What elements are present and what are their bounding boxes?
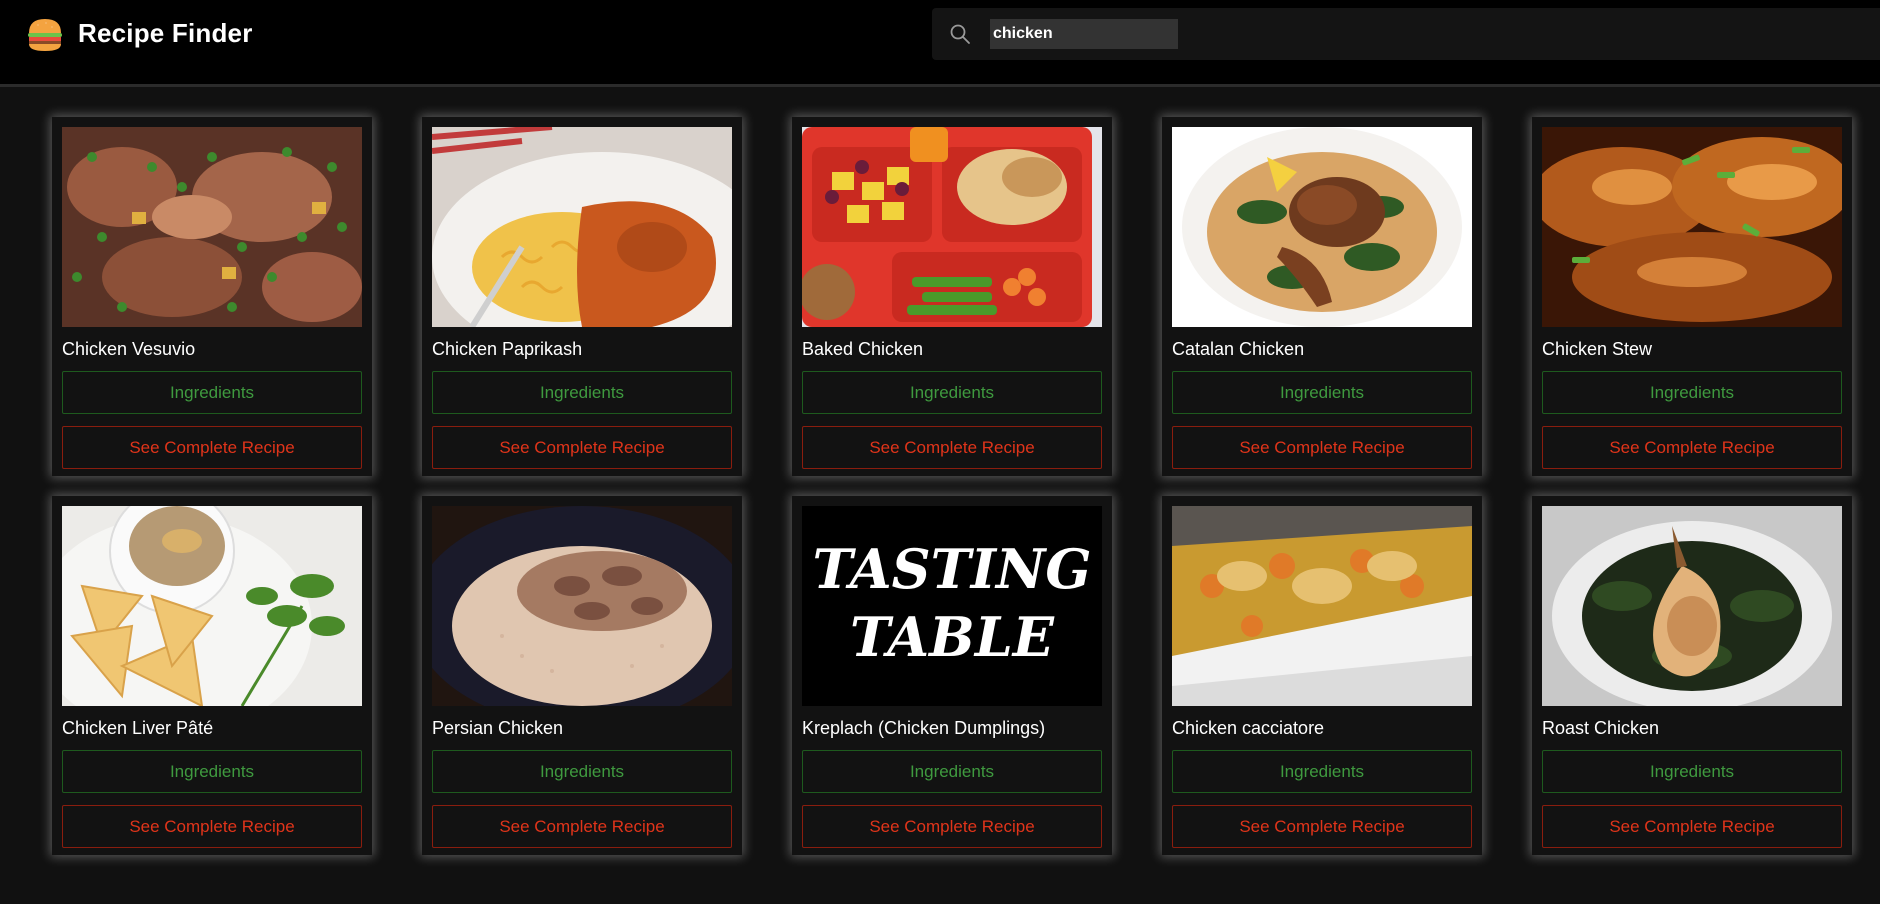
ingredients-button[interactable]: Ingredients: [432, 750, 732, 793]
recipe-image[interactable]: [1542, 127, 1842, 327]
recipe-card: Chicken Paprikash Ingredients See Comple…: [422, 117, 742, 476]
see-complete-recipe-button[interactable]: See Complete Recipe: [432, 805, 732, 848]
recipe-title: Chicken cacciatore: [1172, 718, 1325, 738]
recipe-image[interactable]: [62, 506, 362, 706]
recipe-title: Kreplach (Chicken Dumplings): [802, 718, 1046, 738]
recipe-card: Chicken cacciatore Ingredients See Compl…: [1162, 496, 1482, 855]
app-header: Recipe Finder: [0, 0, 1880, 87]
ingredients-button[interactable]: Ingredients: [1172, 750, 1472, 793]
recipe-card: Catalan Chicken Ingredients See Complete…: [1162, 117, 1482, 476]
ingredients-button[interactable]: Ingredients: [1542, 750, 1842, 793]
recipe-image[interactable]: TASTING TABLE: [802, 506, 1102, 706]
ingredients-button[interactable]: Ingredients: [802, 371, 1102, 414]
search-bar: [932, 8, 1880, 60]
recipe-image[interactable]: [1542, 506, 1842, 706]
recipe-card: Chicken Stew Ingredients See Complete Re…: [1532, 117, 1852, 476]
recipe-title: Chicken Stew: [1542, 339, 1653, 359]
ingredients-button[interactable]: Ingredients: [62, 750, 362, 793]
recipe-title: Baked Chicken: [802, 339, 924, 359]
ingredients-button[interactable]: Ingredients: [1542, 371, 1842, 414]
recipe-card: Chicken Liver Pâté Ingredients See Compl…: [52, 496, 372, 855]
recipe-card: Chicken Vesuvio Ingredients See Complete…: [52, 117, 372, 476]
see-complete-recipe-button[interactable]: See Complete Recipe: [1542, 426, 1842, 469]
recipe-card: Persian Chicken Ingredients See Complete…: [422, 496, 742, 855]
tasting-table-logo-line2: TABLE: [850, 605, 1055, 669]
recipe-image[interactable]: [432, 127, 732, 327]
see-complete-recipe-button[interactable]: See Complete Recipe: [62, 426, 362, 469]
recipe-card: Roast Chicken Ingredients See Complete R…: [1532, 496, 1852, 855]
burger-icon[interactable]: [26, 16, 64, 54]
see-complete-recipe-button[interactable]: See Complete Recipe: [1542, 805, 1842, 848]
recipe-title: Chicken Vesuvio: [62, 339, 196, 359]
recipe-image[interactable]: [432, 506, 732, 706]
ingredients-button[interactable]: Ingredients: [1172, 371, 1472, 414]
see-complete-recipe-button[interactable]: See Complete Recipe: [802, 805, 1102, 848]
ingredients-button[interactable]: Ingredients: [432, 371, 732, 414]
recipe-title: Persian Chicken: [432, 718, 564, 738]
app-title: Recipe Finder: [78, 18, 253, 48]
recipe-title: Catalan Chicken: [1172, 339, 1305, 359]
recipe-image[interactable]: [1172, 127, 1472, 327]
recipe-image[interactable]: [802, 127, 1102, 327]
see-complete-recipe-button[interactable]: See Complete Recipe: [1172, 426, 1472, 469]
ingredients-button[interactable]: Ingredients: [62, 371, 362, 414]
recipe-grid: Chicken Vesuvio Ingredients See Complete…: [52, 117, 1852, 855]
recipe-image[interactable]: [1172, 506, 1472, 706]
recipe-title: Chicken Liver Pâté: [62, 718, 214, 738]
ingredients-button[interactable]: Ingredients: [802, 750, 1102, 793]
recipe-card: Baked Chicken Ingredients See Complete R…: [792, 117, 1112, 476]
see-complete-recipe-button[interactable]: See Complete Recipe: [802, 426, 1102, 469]
see-complete-recipe-button[interactable]: See Complete Recipe: [432, 426, 732, 469]
search-icon[interactable]: [948, 22, 972, 46]
see-complete-recipe-button[interactable]: See Complete Recipe: [62, 805, 362, 848]
tasting-table-logo-line1: TASTING: [812, 537, 1091, 601]
recipe-image[interactable]: [62, 127, 362, 327]
search-input[interactable]: [990, 19, 1178, 49]
recipe-card: TASTING TABLE Kreplach (Chicken Dumpling…: [792, 496, 1112, 855]
recipe-title: Roast Chicken: [1542, 718, 1660, 738]
see-complete-recipe-button[interactable]: See Complete Recipe: [1172, 805, 1472, 848]
recipe-title: Chicken Paprikash: [432, 339, 583, 359]
